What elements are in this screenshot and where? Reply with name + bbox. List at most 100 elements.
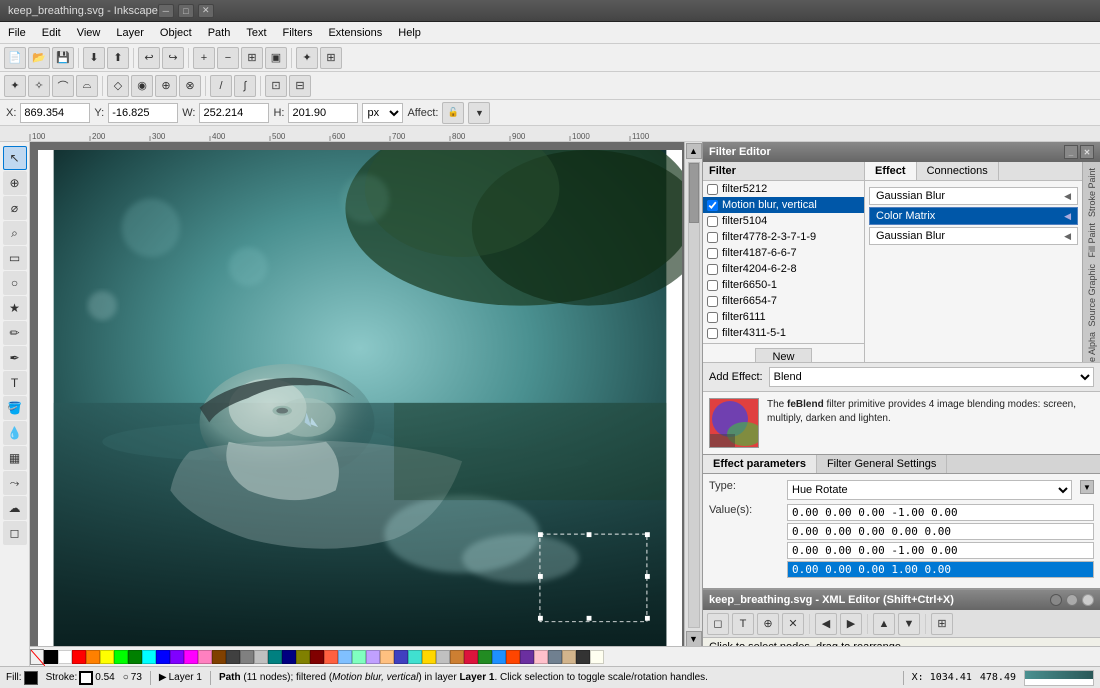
menu-extensions[interactable]: Extensions	[320, 25, 390, 41]
new-button[interactable]: 📄	[4, 47, 26, 69]
no-color-swatch[interactable]	[30, 649, 44, 665]
scroll-down-button[interactable]: ▼	[686, 631, 702, 647]
grid-button[interactable]: ⊞	[320, 47, 342, 69]
unit-select[interactable]: px mm in	[362, 103, 403, 123]
palette-ivory[interactable]	[590, 650, 604, 664]
close-button[interactable]: ✕	[198, 4, 214, 18]
pen-tool[interactable]: ✒	[3, 346, 27, 370]
fill-tool[interactable]: 🪣	[3, 396, 27, 420]
zoom-in-button[interactable]: +	[193, 47, 215, 69]
filter-check-filter6654[interactable]	[707, 296, 718, 307]
effect-node-gaussian1[interactable]: Gaussian Blur ◀	[869, 187, 1078, 205]
palette-forest[interactable]	[478, 650, 492, 664]
affect-options-button[interactable]: ▼	[468, 102, 490, 124]
effect-node-gaussian2[interactable]: Gaussian Blur ◀	[869, 227, 1078, 245]
palette-gray3[interactable]	[254, 650, 268, 664]
palette-lime[interactable]	[114, 650, 128, 664]
add-effect-select[interactable]: Blend Blur ColorMatrix Composite	[769, 367, 1094, 387]
palette-blush[interactable]	[534, 650, 548, 664]
pencil-tool[interactable]: ✏	[3, 321, 27, 345]
palette-silver[interactable]	[436, 650, 450, 664]
xml-ctrl-3[interactable]	[1082, 594, 1094, 606]
canvas-area[interactable]: ◀ ▶ ▲ ▼	[30, 142, 702, 666]
xml-new-attr[interactable]: ⊕	[757, 613, 779, 635]
palette-teal[interactable]	[268, 650, 282, 664]
y-input[interactable]	[108, 103, 178, 123]
xml-move-up[interactable]: ▲	[873, 613, 895, 635]
xml-new-element[interactable]: ◻	[707, 613, 729, 635]
matrix-row-2[interactable]: 0.00 0.00 0.00 0.00 0.00	[787, 523, 1094, 540]
zoom-fit-button[interactable]: ⊞	[241, 47, 263, 69]
menu-file[interactable]: File	[0, 25, 34, 41]
palette-white[interactable]	[58, 650, 72, 664]
palette-maroon[interactable]	[310, 650, 324, 664]
node-add-button[interactable]: ✦	[4, 75, 26, 97]
filter-item-motion-blur[interactable]: Motion blur, vertical	[703, 197, 864, 213]
h-input[interactable]	[288, 103, 358, 123]
type-dropdown-button[interactable]: ▼	[1080, 480, 1094, 494]
sidebar-fill-paint[interactable]: Fill Paint	[1087, 221, 1097, 260]
palette-sky[interactable]	[338, 650, 352, 664]
palette-brown[interactable]	[212, 650, 226, 664]
type-select[interactable]: Hue Rotate Matrix Saturate Luminance To …	[787, 480, 1072, 500]
filter-check-motion-blur[interactable]	[707, 200, 718, 211]
menu-view[interactable]: View	[69, 25, 109, 41]
save-button[interactable]: 💾	[52, 47, 74, 69]
sidebar-stroke-paint[interactable]: Stroke Paint	[1087, 166, 1097, 219]
palette-crimson[interactable]	[464, 650, 478, 664]
tab-effect-parameters[interactable]: Effect parameters	[703, 455, 817, 473]
eraser-tool[interactable]: ◻	[3, 521, 27, 545]
palette-orange[interactable]	[86, 650, 100, 664]
star-tool[interactable]: ★	[3, 296, 27, 320]
palette-cyan[interactable]	[142, 650, 156, 664]
filter-item-filter6650[interactable]: filter6650-1	[703, 277, 864, 293]
filter-editor-minimize[interactable]: _	[1064, 145, 1078, 159]
palette-black[interactable]	[44, 650, 58, 664]
rect-tool[interactable]: ▭	[3, 246, 27, 270]
filter-check-filter4311[interactable]	[707, 328, 718, 339]
lock-proportions-button[interactable]: 🔓	[442, 102, 464, 124]
filter-item-filter4311[interactable]: filter4311-5-1	[703, 325, 864, 341]
eyedropper-tool[interactable]: 💧	[3, 421, 27, 445]
zoom-out-button[interactable]: −	[217, 47, 239, 69]
canvas-vscrollbar[interactable]: ▲ ▼	[684, 142, 702, 648]
palette-indigo[interactable]	[394, 650, 408, 664]
line-segment-button[interactable]: /	[210, 75, 232, 97]
palette-blue[interactable]	[156, 650, 170, 664]
palette-navy[interactable]	[282, 650, 296, 664]
xml-move-down[interactable]: ▼	[898, 613, 920, 635]
menu-edit[interactable]: Edit	[34, 25, 69, 41]
palette-sunset[interactable]	[506, 650, 520, 664]
tab-filter-general[interactable]: Filter General Settings	[817, 455, 947, 473]
palette-gold[interactable]	[422, 650, 436, 664]
palette-yellow[interactable]	[100, 650, 114, 664]
circle-tool[interactable]: ○	[3, 271, 27, 295]
filter-item-filter4204[interactable]: filter4204-6-2-8	[703, 261, 864, 277]
filter-check-filter6650[interactable]	[707, 280, 718, 291]
palette-slate[interactable]	[548, 650, 562, 664]
xml-ctrl-1[interactable]	[1050, 594, 1062, 606]
curve-segment-button[interactable]: ∫	[234, 75, 256, 97]
palette-grape[interactable]	[520, 650, 534, 664]
filter-check-filter4204[interactable]	[707, 264, 718, 275]
filter-item-filter5212[interactable]: filter5212	[703, 181, 864, 197]
fill-color-swatch[interactable]	[24, 671, 38, 685]
tweak-tool[interactable]: ⌀	[3, 196, 27, 220]
filter-check-filter4187[interactable]	[707, 248, 718, 259]
export-button[interactable]: ⬆	[107, 47, 129, 69]
new-filter-button[interactable]: New	[755, 348, 811, 362]
layer-label[interactable]: Layer 1	[169, 672, 202, 683]
node-break-button[interactable]: ⌓	[76, 75, 98, 97]
palette-purple[interactable]	[170, 650, 184, 664]
vscroll-track[interactable]	[688, 162, 700, 628]
xml-delete-node[interactable]: ✕	[782, 613, 804, 635]
palette-gray2[interactable]	[240, 650, 254, 664]
palette-tan[interactable]	[562, 650, 576, 664]
spray-tool[interactable]: ☁	[3, 496, 27, 520]
palette-olive[interactable]	[296, 650, 310, 664]
text-tool[interactable]: T	[3, 371, 27, 395]
redo-button[interactable]: ↪	[162, 47, 184, 69]
xml-new-text[interactable]: T	[732, 613, 754, 635]
filter-editor-close[interactable]: ✕	[1080, 145, 1094, 159]
node-tool[interactable]: ⊕	[3, 171, 27, 195]
